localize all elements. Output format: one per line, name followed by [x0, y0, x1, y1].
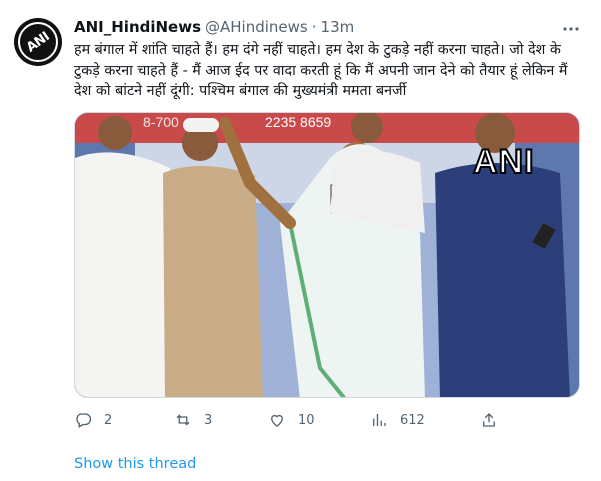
banner-text-right: 2235 8659 [265, 114, 331, 130]
share-icon [483, 413, 495, 427]
retweet-button[interactable]: 3 [174, 408, 212, 432]
display-name[interactable]: ANI_HindiNews [74, 18, 201, 36]
retweet-count: 3 [204, 412, 213, 428]
show-thread-link[interactable]: Show this thread [74, 456, 196, 472]
avatar[interactable]: ANI [14, 18, 62, 66]
heart-icon [271, 414, 283, 427]
banner-text-left: 8-700 [143, 114, 179, 130]
tweet-media[interactable]: 8-700 2235 8659 ANI [74, 112, 580, 398]
tweet-header: ANI_HindiNews @AHindinews · 13m [74, 17, 354, 37]
media-watermark: ANI [472, 142, 535, 182]
share-button[interactable] [480, 408, 498, 432]
views-button[interactable]: 612 [370, 408, 425, 432]
views-chart-icon [373, 414, 386, 426]
like-count: 10 [298, 412, 315, 428]
avatar-logo-text: ANI [23, 28, 53, 56]
more-dots-icon[interactable] [559, 17, 583, 41]
views-count: 612 [400, 412, 425, 428]
tweet-actions: 2 3 10 612 [74, 408, 504, 432]
reply-count: 2 [104, 412, 113, 428]
tweet[interactable]: ANI ANI_HindiNews @AHindinews · 13m हम ब… [0, 0, 601, 481]
separator-dot: · [311, 18, 317, 36]
reply-button[interactable]: 2 [74, 408, 112, 432]
user-handle[interactable]: @AHindinews [205, 18, 308, 36]
retweet-icon [176, 414, 190, 426]
reply-icon [76, 413, 92, 428]
tweet-text: हम बंगाल में शांति चाहते हैं। हम दंगे नह… [74, 42, 568, 99]
avatar-logo: ANI [18, 22, 58, 62]
like-button[interactable]: 10 [268, 408, 315, 432]
timestamp[interactable]: 13m [321, 18, 355, 36]
